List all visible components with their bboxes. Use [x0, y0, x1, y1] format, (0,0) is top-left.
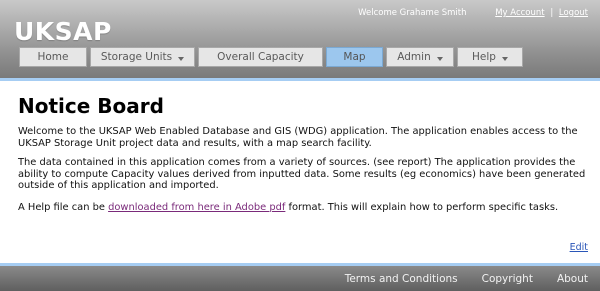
help-pdf-link[interactable]: downloaded from here in Adobe pdf: [108, 202, 285, 213]
nav-admin[interactable]: Admin: [386, 47, 454, 67]
copyright-link[interactable]: Copyright: [482, 273, 533, 285]
data-sources-paragraph: The data contained in this application c…: [18, 157, 586, 191]
header-bar: UKSAP Welcome Grahame Smith My Account |…: [0, 0, 600, 78]
help-paragraph: A Help file can be downloaded from here …: [18, 202, 588, 214]
nav-admin-label: Admin: [397, 51, 431, 63]
help-text-after: format. This will explain how to perform…: [285, 202, 559, 213]
welcome-text: Welcome Grahame Smith: [358, 8, 467, 18]
app-logo: UKSAP: [14, 17, 112, 46]
nav-map[interactable]: Map: [326, 47, 383, 67]
chevron-down-icon: [178, 56, 185, 61]
terms-link[interactable]: Terms and Conditions: [345, 273, 458, 285]
main-nav: Home Storage Units Overall Capacity Map …: [19, 47, 526, 67]
link-separator: |: [550, 8, 554, 18]
nav-map-label: Map: [343, 51, 366, 63]
help-text-before: A Help file can be: [18, 202, 109, 213]
notice-board: Notice Board Welcome to the UKSAP Web En…: [0, 81, 600, 263]
footer-bar: Terms and Conditions Copyright About: [0, 266, 600, 291]
nav-storage-units-label: Storage Units: [100, 51, 173, 63]
logout-link[interactable]: Logout: [559, 8, 588, 18]
nav-home-label: Home: [37, 51, 69, 63]
chevron-down-icon: [436, 56, 443, 61]
nav-overall-capacity[interactable]: Overall Capacity: [198, 47, 323, 67]
my-account-link[interactable]: My Account: [495, 8, 544, 18]
user-bar: Welcome Grahame Smith My Account | Logou…: [358, 8, 588, 18]
nav-home[interactable]: Home: [19, 47, 87, 67]
nav-help-label: Help: [472, 51, 496, 63]
intro-paragraph: Welcome to the UKSAP Web Enabled Databas…: [18, 126, 578, 149]
footer-links: Terms and Conditions Copyright About: [321, 266, 588, 291]
nav-help[interactable]: Help: [457, 47, 523, 67]
about-link[interactable]: About: [557, 273, 588, 285]
edit-link[interactable]: Edit: [570, 242, 588, 253]
nav-storage-units[interactable]: Storage Units: [90, 47, 195, 67]
page-title: Notice Board: [18, 94, 164, 118]
chevron-down-icon: [501, 56, 508, 61]
nav-overall-capacity-label: Overall Capacity: [217, 51, 304, 63]
